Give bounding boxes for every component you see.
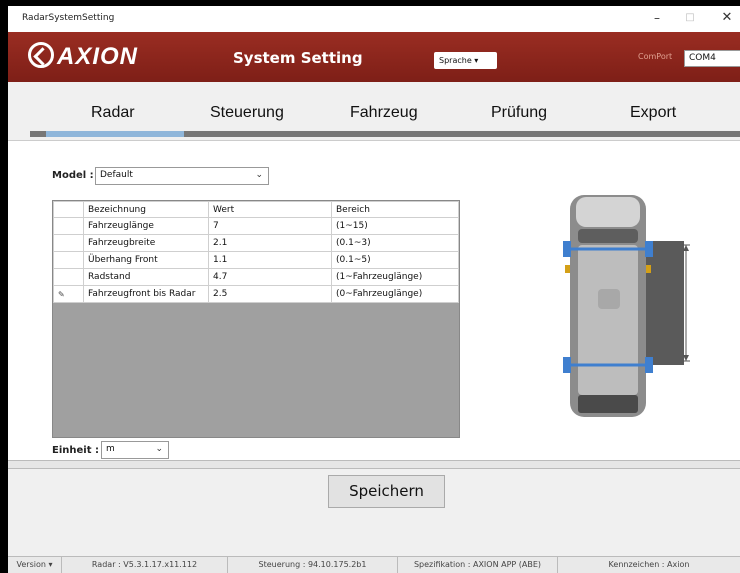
cell-value[interactable]: 2.1 xyxy=(208,234,332,252)
model-value: Default xyxy=(100,170,133,180)
right-mirror xyxy=(646,265,651,273)
unit-select[interactable]: m ⌄ xyxy=(101,441,169,459)
app-title: System Setting xyxy=(233,49,363,67)
cell-range: (0.1~3) xyxy=(331,234,459,252)
table-row[interactable]: Fahrzeugbreite 2.1 (0.1~3) xyxy=(53,234,459,252)
model-select[interactable]: Default ⌄ xyxy=(95,167,269,185)
cell-name: Fahrzeugbreite xyxy=(83,234,209,252)
axion-logo: AXION xyxy=(28,42,138,71)
radar-version-status: Radar : V5.3.1.17.x11.112 xyxy=(62,557,228,573)
table-row[interactable]: ✎ Fahrzeugfront bis Radar 2.5 (0~Fahrzeu… xyxy=(53,285,459,303)
van-roof xyxy=(578,245,638,395)
left-mirror xyxy=(565,265,570,273)
close-button[interactable]: ✕ xyxy=(714,9,740,27)
separator-bar xyxy=(8,460,740,469)
language-button[interactable]: Sprache ▾ xyxy=(434,52,497,69)
van-hood xyxy=(576,197,640,227)
cell-name: Überhang Front xyxy=(83,251,209,269)
version-dropdown[interactable]: Version ▾ xyxy=(8,557,62,573)
chevron-down-icon: ⌄ xyxy=(255,170,263,180)
table-header-row: Bezeichnung Wert Bereich xyxy=(53,201,459,218)
column-header: Bezeichnung xyxy=(83,201,209,218)
cell-value[interactable]: 4.7 xyxy=(208,268,332,286)
vehicle-parameter-grid: Bezeichnung Wert Bereich Fahrzeuglänge 7… xyxy=(52,200,460,438)
rear-doors xyxy=(578,395,638,413)
cell-range: (1~Fahrzeuglänge) xyxy=(331,268,459,286)
cell-name: Fahrzeugfront bis Radar xyxy=(83,285,209,303)
row-marker xyxy=(53,234,84,252)
unit-value: m xyxy=(106,444,115,454)
row-header-corner xyxy=(53,201,84,218)
front-right-wheel xyxy=(645,241,653,257)
save-button[interactable]: Speichern xyxy=(328,475,445,508)
selected-tab-indicator xyxy=(46,131,184,137)
app-window: RadarSystemSetting – □ ✕ AXION System Se… xyxy=(8,6,740,573)
tab-indicator-bar xyxy=(30,131,740,137)
spezifikation-status: Spezifikation : AXION APP (ABE) xyxy=(398,557,558,573)
cell-value-editing[interactable]: 2.5 xyxy=(208,285,332,303)
tab-export[interactable]: Export xyxy=(630,104,676,122)
model-label: Model : xyxy=(52,170,94,181)
window-title: RadarSystemSetting xyxy=(22,13,115,23)
comport-select[interactable]: COM4 xyxy=(684,50,740,67)
app-header: AXION System Setting Sprache ▾ ComPort C… xyxy=(8,32,740,82)
tab-pruefung[interactable]: Prüfung xyxy=(491,104,547,122)
windshield xyxy=(578,229,638,243)
logo-icon xyxy=(28,42,54,68)
maximize-button[interactable]: □ xyxy=(677,9,703,27)
rear-right-wheel xyxy=(645,357,653,373)
cell-name: Radstand xyxy=(83,268,209,286)
cell-name: Fahrzeuglänge xyxy=(83,217,209,235)
column-header: Wert xyxy=(208,201,332,218)
rear-left-wheel xyxy=(563,357,571,373)
main-tabs: Radar Steuerung Fahrzeug Prüfung Export xyxy=(8,82,740,137)
kennzeichen-status: Kennzeichen : Axion xyxy=(608,560,690,569)
row-marker xyxy=(53,268,84,286)
tab-steuerung[interactable]: Steuerung xyxy=(210,104,284,122)
table-row[interactable]: Fahrzeuglänge 7 (1~15) xyxy=(53,217,459,235)
chevron-down-icon: ⌄ xyxy=(155,444,163,454)
table-row[interactable]: Radstand 4.7 (1~Fahrzeuglänge) xyxy=(53,268,459,286)
minimize-button[interactable]: – xyxy=(644,9,670,27)
comport-label: ComPort xyxy=(638,52,673,61)
title-bar: RadarSystemSetting – □ ✕ xyxy=(8,6,740,32)
steuerung-version-status: Steuerung : 94.10.175.2b1 xyxy=(228,557,398,573)
roof-hatch xyxy=(598,289,620,309)
table-row[interactable]: Überhang Front 1.1 (0.1~5) xyxy=(53,251,459,269)
cell-value[interactable]: 1.1 xyxy=(208,251,332,269)
tab-fahrzeug[interactable]: Fahrzeug xyxy=(350,104,418,122)
cell-range: (0~Fahrzeuglänge) xyxy=(331,285,459,303)
cell-value[interactable]: 7 xyxy=(208,217,332,235)
tab-radar[interactable]: Radar xyxy=(91,104,135,122)
row-marker xyxy=(53,217,84,235)
parameter-table: Bezeichnung Wert Bereich Fahrzeuglänge 7… xyxy=(53,201,459,303)
row-marker xyxy=(53,251,84,269)
edit-row-icon: ✎ xyxy=(53,285,84,303)
vehicle-diagram xyxy=(563,195,690,417)
cell-range: (1~15) xyxy=(331,217,459,235)
status-bar: Version ▾ Radar : V5.3.1.17.x11.112 Steu… xyxy=(8,556,740,573)
cell-range: (0.1~5) xyxy=(331,251,459,269)
unit-label: Einheit : xyxy=(52,445,99,456)
column-header: Bereich xyxy=(331,201,459,218)
radar-settings-panel: Model : Default ⌄ Bezeichnung Wert Berei… xyxy=(8,140,740,460)
front-left-wheel xyxy=(563,241,571,257)
